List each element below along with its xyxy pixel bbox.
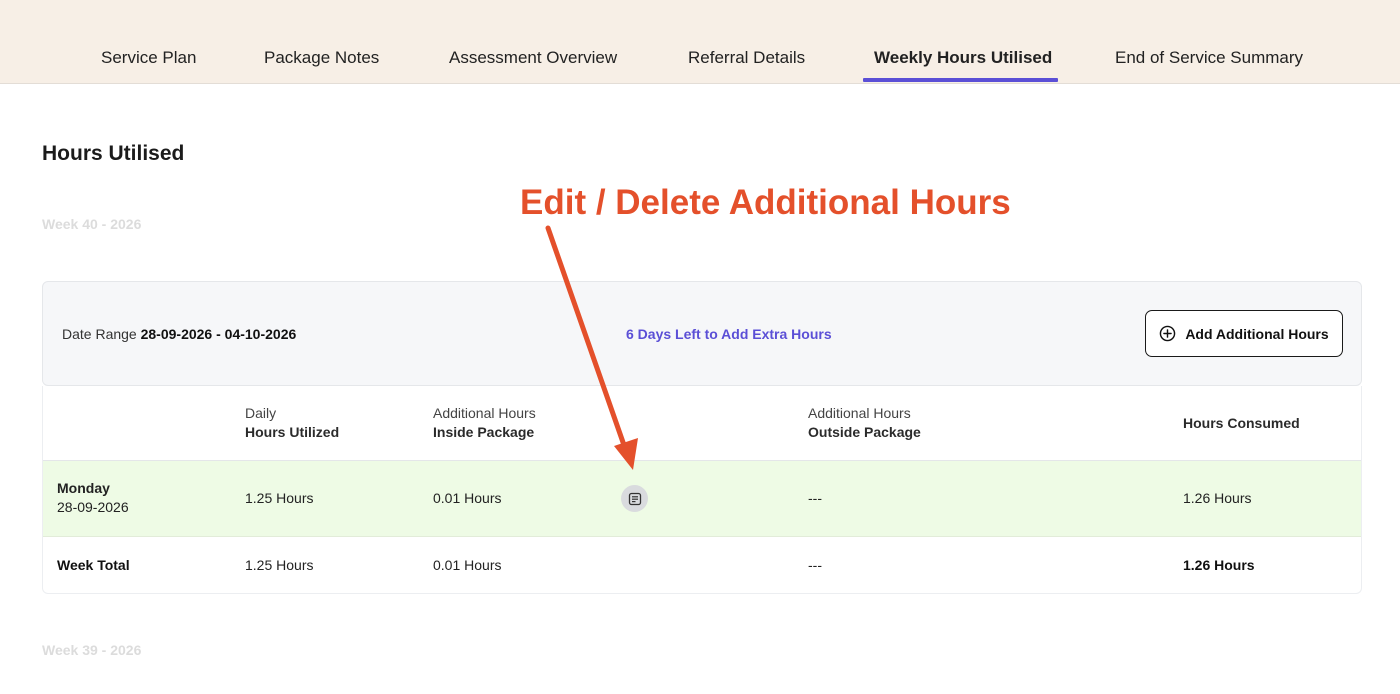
- tab-service-plan[interactable]: Service Plan: [101, 48, 196, 84]
- date-range-value: 28-09-2026 - 04-10-2026: [140, 326, 297, 342]
- annotation-callout: Edit / Delete Additional Hours: [520, 183, 1011, 222]
- tab-package-notes[interactable]: Package Notes: [264, 48, 379, 84]
- week-total-outside: ---: [808, 557, 822, 573]
- tab-assessment-overview[interactable]: Assessment Overview: [449, 48, 617, 84]
- row-day-cell: Monday 28-09-2026: [57, 479, 129, 517]
- add-button-label: Add Additional Hours: [1185, 325, 1329, 342]
- week-total-consumed: 1.26 Hours: [1183, 557, 1255, 573]
- header-daily: Daily Hours Utilized: [245, 404, 339, 442]
- note-edit-icon: [628, 492, 641, 505]
- plus-circle-icon: [1160, 325, 1176, 342]
- date-range-label: Date Range: [62, 326, 137, 342]
- tab-end-of-service-summary[interactable]: End of Service Summary: [1115, 48, 1303, 84]
- row-day: Monday: [57, 480, 110, 496]
- table-row: Monday 28-09-2026 1.25 Hours 0.01 Hours …: [43, 461, 1361, 537]
- date-range: Date Range 28-09-2026 - 04-10-2026: [62, 326, 296, 342]
- header-inside-package: Additional Hours Inside Package: [433, 404, 536, 442]
- week-total-label: Week Total: [57, 557, 130, 573]
- row-outside-hours: ---: [808, 490, 822, 506]
- tab-bar: Service Plan Package Notes Assessment Ov…: [0, 0, 1400, 84]
- header-outside-package: Additional Hours Outside Package: [808, 404, 921, 442]
- header-inside-bottom: Inside Package: [433, 424, 535, 440]
- active-tab-indicator: [863, 78, 1058, 82]
- days-left-notice: 6 Days Left to Add Extra Hours: [626, 326, 832, 342]
- week-label-previous: Week 39 - 2026: [42, 642, 142, 658]
- add-additional-hours-button[interactable]: Add Additional Hours: [1145, 310, 1343, 357]
- row-hours-consumed: 1.26 Hours: [1183, 490, 1252, 506]
- row-date: 28-09-2026: [57, 499, 129, 515]
- header-outside-bottom: Outside Package: [808, 424, 921, 440]
- header-inside-top: Additional Hours: [433, 405, 536, 421]
- week-total-inside: 0.01 Hours: [433, 557, 502, 573]
- tab-referral-details[interactable]: Referral Details: [688, 48, 805, 84]
- header-consumed-label: Hours Consumed: [1183, 415, 1300, 431]
- edit-additional-hours-button[interactable]: [621, 485, 648, 512]
- header-daily-bottom: Hours Utilized: [245, 424, 340, 440]
- table-header: Daily Hours Utilized Additional Hours In…: [43, 386, 1361, 461]
- header-daily-top: Daily: [245, 405, 277, 421]
- week-label-current: Week 40 - 2026: [42, 216, 142, 232]
- week-total-daily: 1.25 Hours: [245, 557, 314, 573]
- week-total-row: Week Total 1.25 Hours 0.01 Hours --- 1.2…: [43, 537, 1361, 593]
- row-daily-hours: 1.25 Hours: [245, 490, 314, 506]
- hours-table: Daily Hours Utilized Additional Hours In…: [42, 386, 1362, 594]
- header-outside-top: Additional Hours: [808, 405, 911, 421]
- row-inside-hours: 0.01 Hours: [433, 490, 502, 506]
- header-hours-consumed: Hours Consumed: [1183, 414, 1300, 433]
- page-title: Hours Utilised: [42, 142, 185, 165]
- date-range-panel: Date Range 28-09-2026 - 04-10-2026 6 Day…: [42, 281, 1362, 386]
